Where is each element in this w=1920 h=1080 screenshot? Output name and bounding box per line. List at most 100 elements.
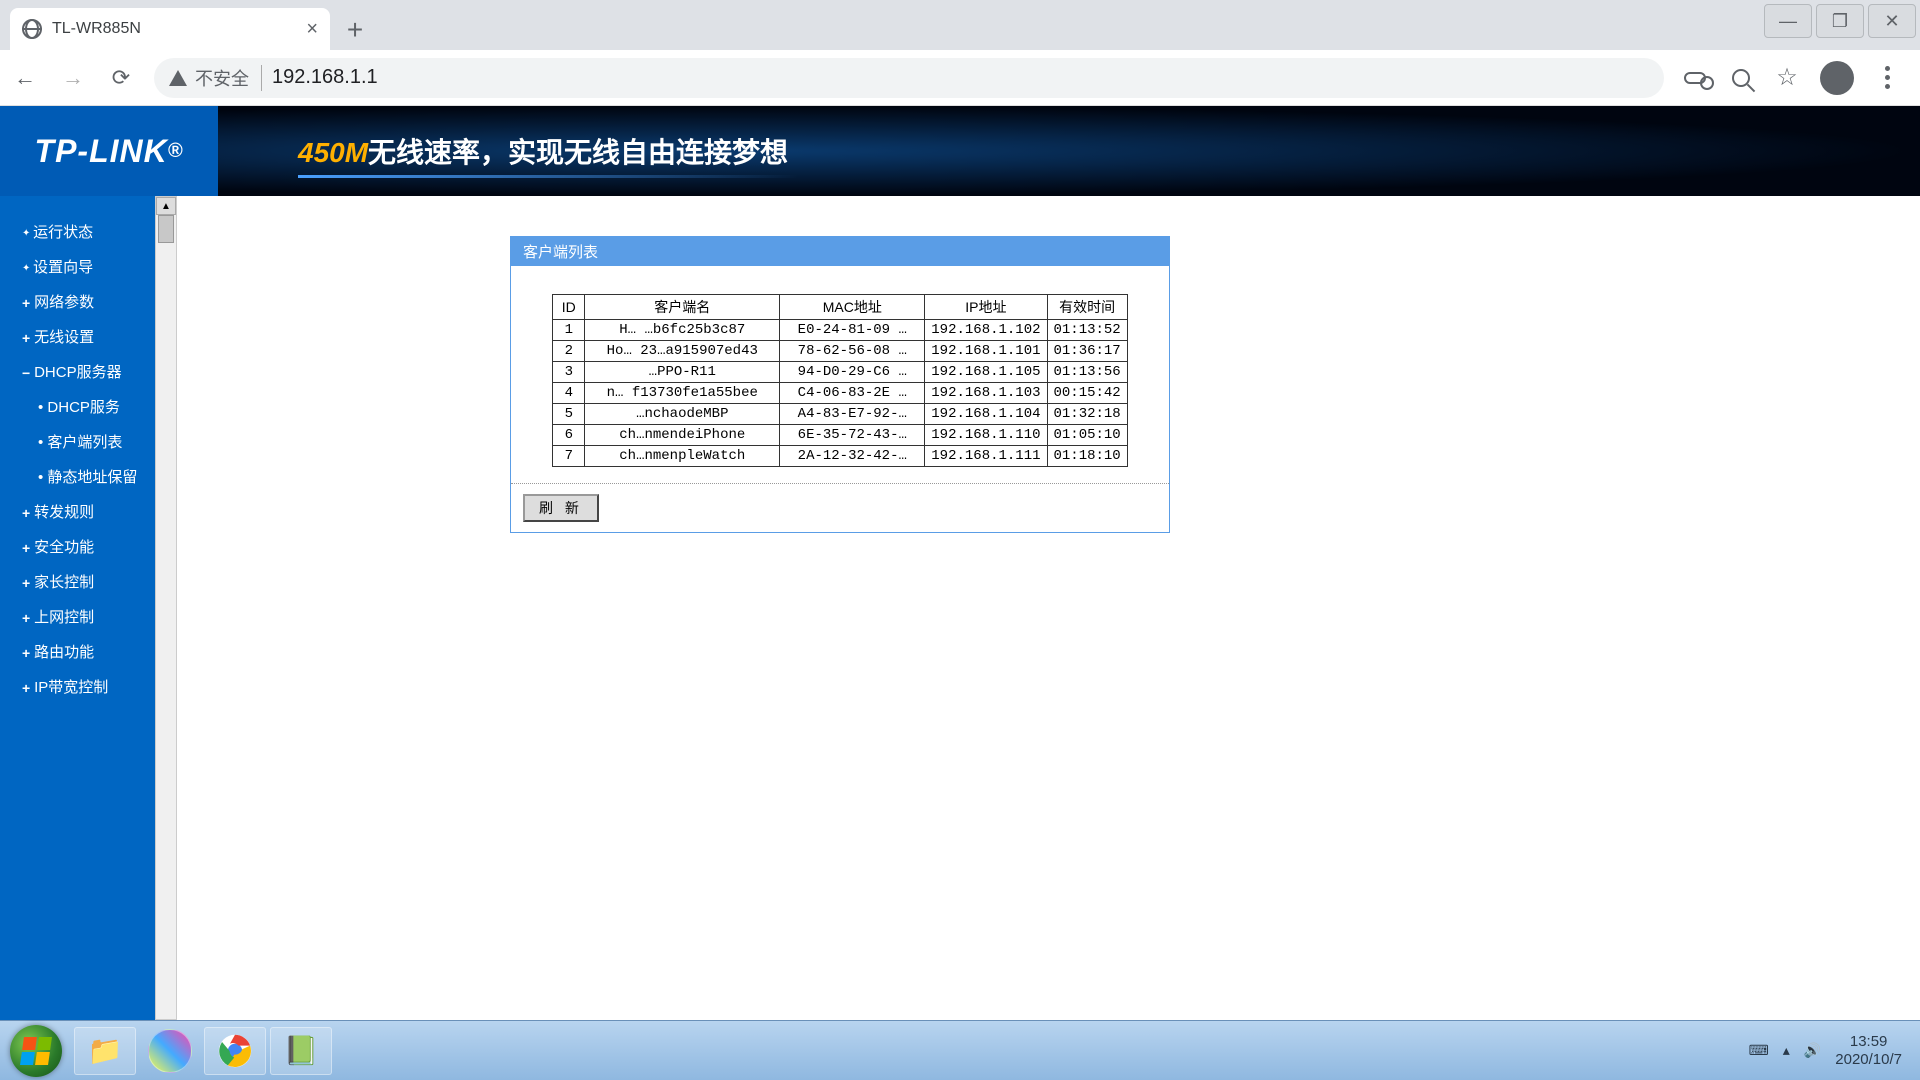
url-text: 192.168.1.1 bbox=[272, 66, 378, 89]
maximize-button[interactable]: ❐ bbox=[1816, 4, 1864, 38]
banner-accent: 450M bbox=[298, 137, 368, 168]
profile-avatar[interactable] bbox=[1820, 61, 1854, 95]
cell-name: …PPO-R11 bbox=[585, 362, 780, 383]
reload-button[interactable]: ⟳ bbox=[106, 63, 136, 93]
sidebar-item[interactable]: 路由功能 bbox=[0, 634, 155, 669]
volume-icon[interactable]: 🔊 bbox=[1804, 1042, 1821, 1059]
sidebar-item[interactable]: 网络参数 bbox=[0, 284, 155, 319]
content-row: 运行状态设置向导网络参数无线设置DHCP服务器DHCP服务客户端列表静态地址保留… bbox=[0, 196, 1920, 1020]
menu-icon[interactable] bbox=[1874, 65, 1900, 91]
chrome-icon[interactable] bbox=[204, 1027, 266, 1075]
cell-id: 5 bbox=[553, 404, 585, 425]
search-icon[interactable] bbox=[1728, 65, 1754, 91]
cell-id: 2 bbox=[553, 341, 585, 362]
cell-mac: 78-62-56-08 … bbox=[780, 341, 925, 362]
time-text: 13:59 bbox=[1835, 1033, 1902, 1051]
cell-time: 01:13:56 bbox=[1047, 362, 1127, 383]
scroll-up-icon[interactable]: ▲ bbox=[156, 197, 176, 215]
browser-chrome: TL-WR885N × + — ❐ ✕ ← → ⟳ 不安全 192.168.1.… bbox=[0, 0, 1920, 106]
table-row: 1H… …b6fc25b3c87E0-24-81-09 …192.168.1.1… bbox=[553, 320, 1127, 341]
windows-icon bbox=[20, 1037, 52, 1065]
client-table: ID 客户端名 MAC地址 IP地址 有效时间 1H… …b6fc25b3c87… bbox=[552, 294, 1127, 467]
new-tab-button[interactable]: + bbox=[335, 10, 375, 50]
window-controls: — ❐ ✕ bbox=[1764, 0, 1920, 38]
minimize-button[interactable]: — bbox=[1764, 4, 1812, 38]
cell-mac: 2A-12-32-42-… bbox=[780, 446, 925, 467]
cell-mac: A4-83-E7-92-… bbox=[780, 404, 925, 425]
cell-time: 01:36:17 bbox=[1047, 341, 1127, 362]
sidebar-item[interactable]: 安全功能 bbox=[0, 529, 155, 564]
browser-tab[interactable]: TL-WR885N × bbox=[10, 8, 330, 50]
cell-mac: 6E-35-72-43-… bbox=[780, 425, 925, 446]
close-icon[interactable]: × bbox=[306, 18, 318, 41]
cell-name: Ho… 23…a915907ed43 bbox=[585, 341, 780, 362]
browser-icon-1[interactable] bbox=[148, 1029, 192, 1073]
browser-toolbar: ← → ⟳ 不安全 192.168.1.1 ☆ bbox=[0, 50, 1920, 106]
cell-ip: 192.168.1.103 bbox=[925, 383, 1047, 404]
explorer-icon[interactable]: 📁 bbox=[74, 1027, 136, 1075]
client-list-panel: 客户端列表 ID 客户端名 MAC地址 IP地址 有效时间 1H… …b6fc2… bbox=[510, 236, 1170, 533]
start-button[interactable] bbox=[10, 1025, 62, 1077]
bookmark-icon[interactable]: ☆ bbox=[1774, 65, 1800, 91]
sidebar-subitem[interactable]: 静态地址保留 bbox=[0, 459, 155, 494]
col-name: 客户端名 bbox=[585, 295, 780, 320]
sidebar-item[interactable]: 运行状态 bbox=[0, 214, 155, 249]
refresh-button[interactable]: 刷 新 bbox=[523, 494, 599, 522]
clock[interactable]: 13:59 2020/10/7 bbox=[1835, 1033, 1902, 1069]
cell-ip: 192.168.1.105 bbox=[925, 362, 1047, 383]
table-row: 7ch…nmenpleWatch2A-12-32-42-…192.168.1.1… bbox=[553, 446, 1127, 467]
cell-id: 6 bbox=[553, 425, 585, 446]
globe-icon bbox=[22, 19, 42, 39]
cell-time: 01:18:10 bbox=[1047, 446, 1127, 467]
key-icon[interactable] bbox=[1682, 65, 1708, 91]
col-id: ID bbox=[553, 295, 585, 320]
sidebar-item[interactable]: 无线设置 bbox=[0, 319, 155, 354]
sidebar-wrap: 运行状态设置向导网络参数无线设置DHCP服务器DHCP服务客户端列表静态地址保留… bbox=[0, 196, 180, 1020]
sidebar-item[interactable]: 设置向导 bbox=[0, 249, 155, 284]
notes-icon[interactable]: 📗 bbox=[270, 1027, 332, 1075]
keyboard-icon[interactable]: ⌨ bbox=[1749, 1042, 1769, 1059]
scroll-thumb[interactable] bbox=[158, 215, 174, 243]
table-row: 5…nchaodeMBPA4-83-E7-92-…192.168.1.10401… bbox=[553, 404, 1127, 425]
security-indicator[interactable]: 不安全 bbox=[169, 65, 262, 91]
main-area: 客户端列表 ID 客户端名 MAC地址 IP地址 有效时间 1H… …b6fc2… bbox=[180, 196, 1920, 1020]
sidebar-subitem[interactable]: 客户端列表 bbox=[0, 424, 155, 459]
cell-time: 01:32:18 bbox=[1047, 404, 1127, 425]
table-row: 4n… f13730fe1a55beeC4-06-83-2E …192.168.… bbox=[553, 383, 1127, 404]
sidebar-item[interactable]: IP带宽控制 bbox=[0, 669, 155, 704]
banner-slogan: 无线速率，实现无线自由连接梦想 bbox=[368, 137, 788, 168]
sidebar-scrollbar[interactable]: ▲ bbox=[155, 196, 177, 1020]
close-window-button[interactable]: ✕ bbox=[1868, 4, 1916, 38]
col-time: 有效时间 bbox=[1047, 295, 1127, 320]
table-header-row: ID 客户端名 MAC地址 IP地址 有效时间 bbox=[553, 295, 1127, 320]
panel-footer: 刷 新 bbox=[511, 484, 1169, 532]
cell-ip: 192.168.1.111 bbox=[925, 446, 1047, 467]
cell-id: 3 bbox=[553, 362, 585, 383]
sidebar-item[interactable]: 转发规则 bbox=[0, 494, 155, 529]
cell-ip: 192.168.1.104 bbox=[925, 404, 1047, 425]
panel-title: 客户端列表 bbox=[511, 237, 1169, 266]
cell-name: n… f13730fe1a55bee bbox=[585, 383, 780, 404]
forward-button[interactable]: → bbox=[58, 63, 88, 93]
cell-ip: 192.168.1.101 bbox=[925, 341, 1047, 362]
sidebar-item[interactable]: 上网控制 bbox=[0, 599, 155, 634]
back-button[interactable]: ← bbox=[10, 63, 40, 93]
sidebar-item[interactable]: DHCP服务器 bbox=[0, 354, 155, 389]
cell-name: …nchaodeMBP bbox=[585, 404, 780, 425]
tray-chevron-icon[interactable]: ▴ bbox=[1783, 1042, 1790, 1059]
address-bar[interactable]: 不安全 192.168.1.1 bbox=[154, 58, 1664, 98]
table-row: 3…PPO-R1194-D0-29-C6 …192.168.1.10501:13… bbox=[553, 362, 1127, 383]
taskbar: 📁 📗 ⌨ ▴ 🔊 13:59 2020/10/7 bbox=[0, 1020, 1920, 1080]
cell-ip: 192.168.1.102 bbox=[925, 320, 1047, 341]
cell-ip: 192.168.1.110 bbox=[925, 425, 1047, 446]
security-label: 不安全 bbox=[195, 65, 249, 91]
tab-title: TL-WR885N bbox=[52, 20, 296, 38]
sidebar-subitem[interactable]: DHCP服务 bbox=[0, 389, 155, 424]
panel-body: ID 客户端名 MAC地址 IP地址 有效时间 1H… …b6fc25b3c87… bbox=[511, 266, 1169, 484]
cell-name: ch…nmenpleWatch bbox=[585, 446, 780, 467]
table-row: 2Ho… 23…a915907ed4378-62-56-08 …192.168.… bbox=[553, 341, 1127, 362]
sidebar-item[interactable]: 家长控制 bbox=[0, 564, 155, 599]
cell-id: 1 bbox=[553, 320, 585, 341]
system-tray: ⌨ ▴ 🔊 13:59 2020/10/7 bbox=[1749, 1033, 1920, 1069]
warning-icon bbox=[169, 70, 187, 86]
